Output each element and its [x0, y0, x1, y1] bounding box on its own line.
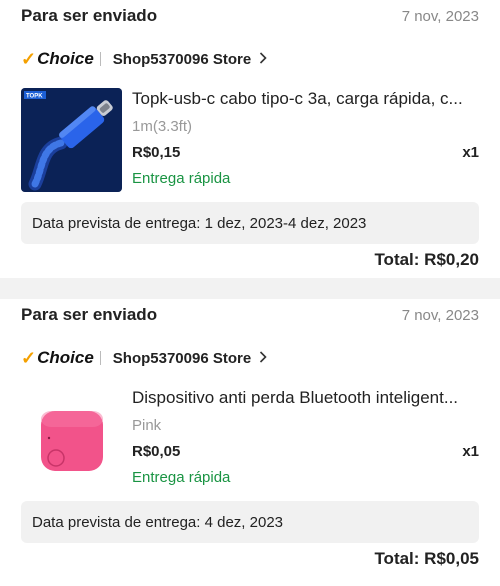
chevron-right-icon	[259, 51, 267, 67]
checkmark-icon: ✓	[21, 48, 37, 69]
order-total: Total: R$0,05	[374, 549, 479, 568]
choice-label: Choice	[37, 49, 94, 68]
product-price: R$0,05	[132, 443, 181, 460]
product-thumbnail[interactable]: TOPK	[21, 88, 122, 192]
store-name: Shop5370096 Store	[112, 50, 252, 68]
order-status: Para ser enviado	[21, 6, 158, 25]
delivery-estimate: Data prevista de entrega: 4 dez, 2023	[21, 501, 479, 543]
order-header: Para ser enviado 7 nov, 2023	[21, 303, 479, 327]
chevron-right-icon	[259, 350, 267, 366]
checkmark-icon: ✓	[21, 347, 37, 368]
product-title[interactable]: Dispositivo anti perda Bluetooth intelig…	[132, 388, 480, 408]
product-price: R$0,15	[132, 144, 181, 161]
choice-badge: ✓ Choice	[21, 348, 94, 369]
fast-delivery-tag: Entrega rápida	[132, 469, 231, 486]
product-quantity: x1	[462, 443, 479, 460]
order-card: Para ser enviado 7 nov, 2023 ✓ Choice Sho…	[0, 0, 500, 278]
delivery-estimate: Data prevista de entrega: 1 dez, 2023-4 …	[21, 202, 479, 244]
store-link[interactable]: ✓ Choice Shop5370096 Store	[21, 48, 267, 70]
divider	[99, 351, 101, 365]
product-quantity: x1	[462, 144, 479, 161]
store-name: Shop5370096 Store	[112, 349, 252, 367]
order-card: Para ser enviado 7 nov, 2023 ✓ Choice Sho…	[0, 299, 500, 586]
order-date: 7 nov, 2023	[401, 7, 479, 25]
fast-delivery-tag: Entrega rápida	[132, 170, 231, 187]
order-total: Total: R$0,20	[374, 250, 479, 269]
product-variant: Pink	[132, 417, 162, 434]
order-status: Para ser enviado	[21, 305, 158, 324]
order-date: 7 nov, 2023	[401, 306, 479, 324]
choice-label: Choice	[37, 348, 94, 367]
brand-logo-text: TOPK	[26, 94, 43, 100]
product-title[interactable]: Topk-usb-c cabo tipo-c 3a, carga rápida,…	[132, 89, 480, 109]
product-variant: 1m(3.3ft)	[132, 118, 193, 135]
divider	[99, 52, 101, 66]
product-thumbnail[interactable]	[21, 387, 122, 491]
store-link[interactable]: ✓ Choice Shop5370096 Store	[21, 347, 267, 369]
choice-badge: ✓ Choice	[21, 49, 94, 70]
order-header: Para ser enviado 7 nov, 2023	[21, 4, 479, 28]
